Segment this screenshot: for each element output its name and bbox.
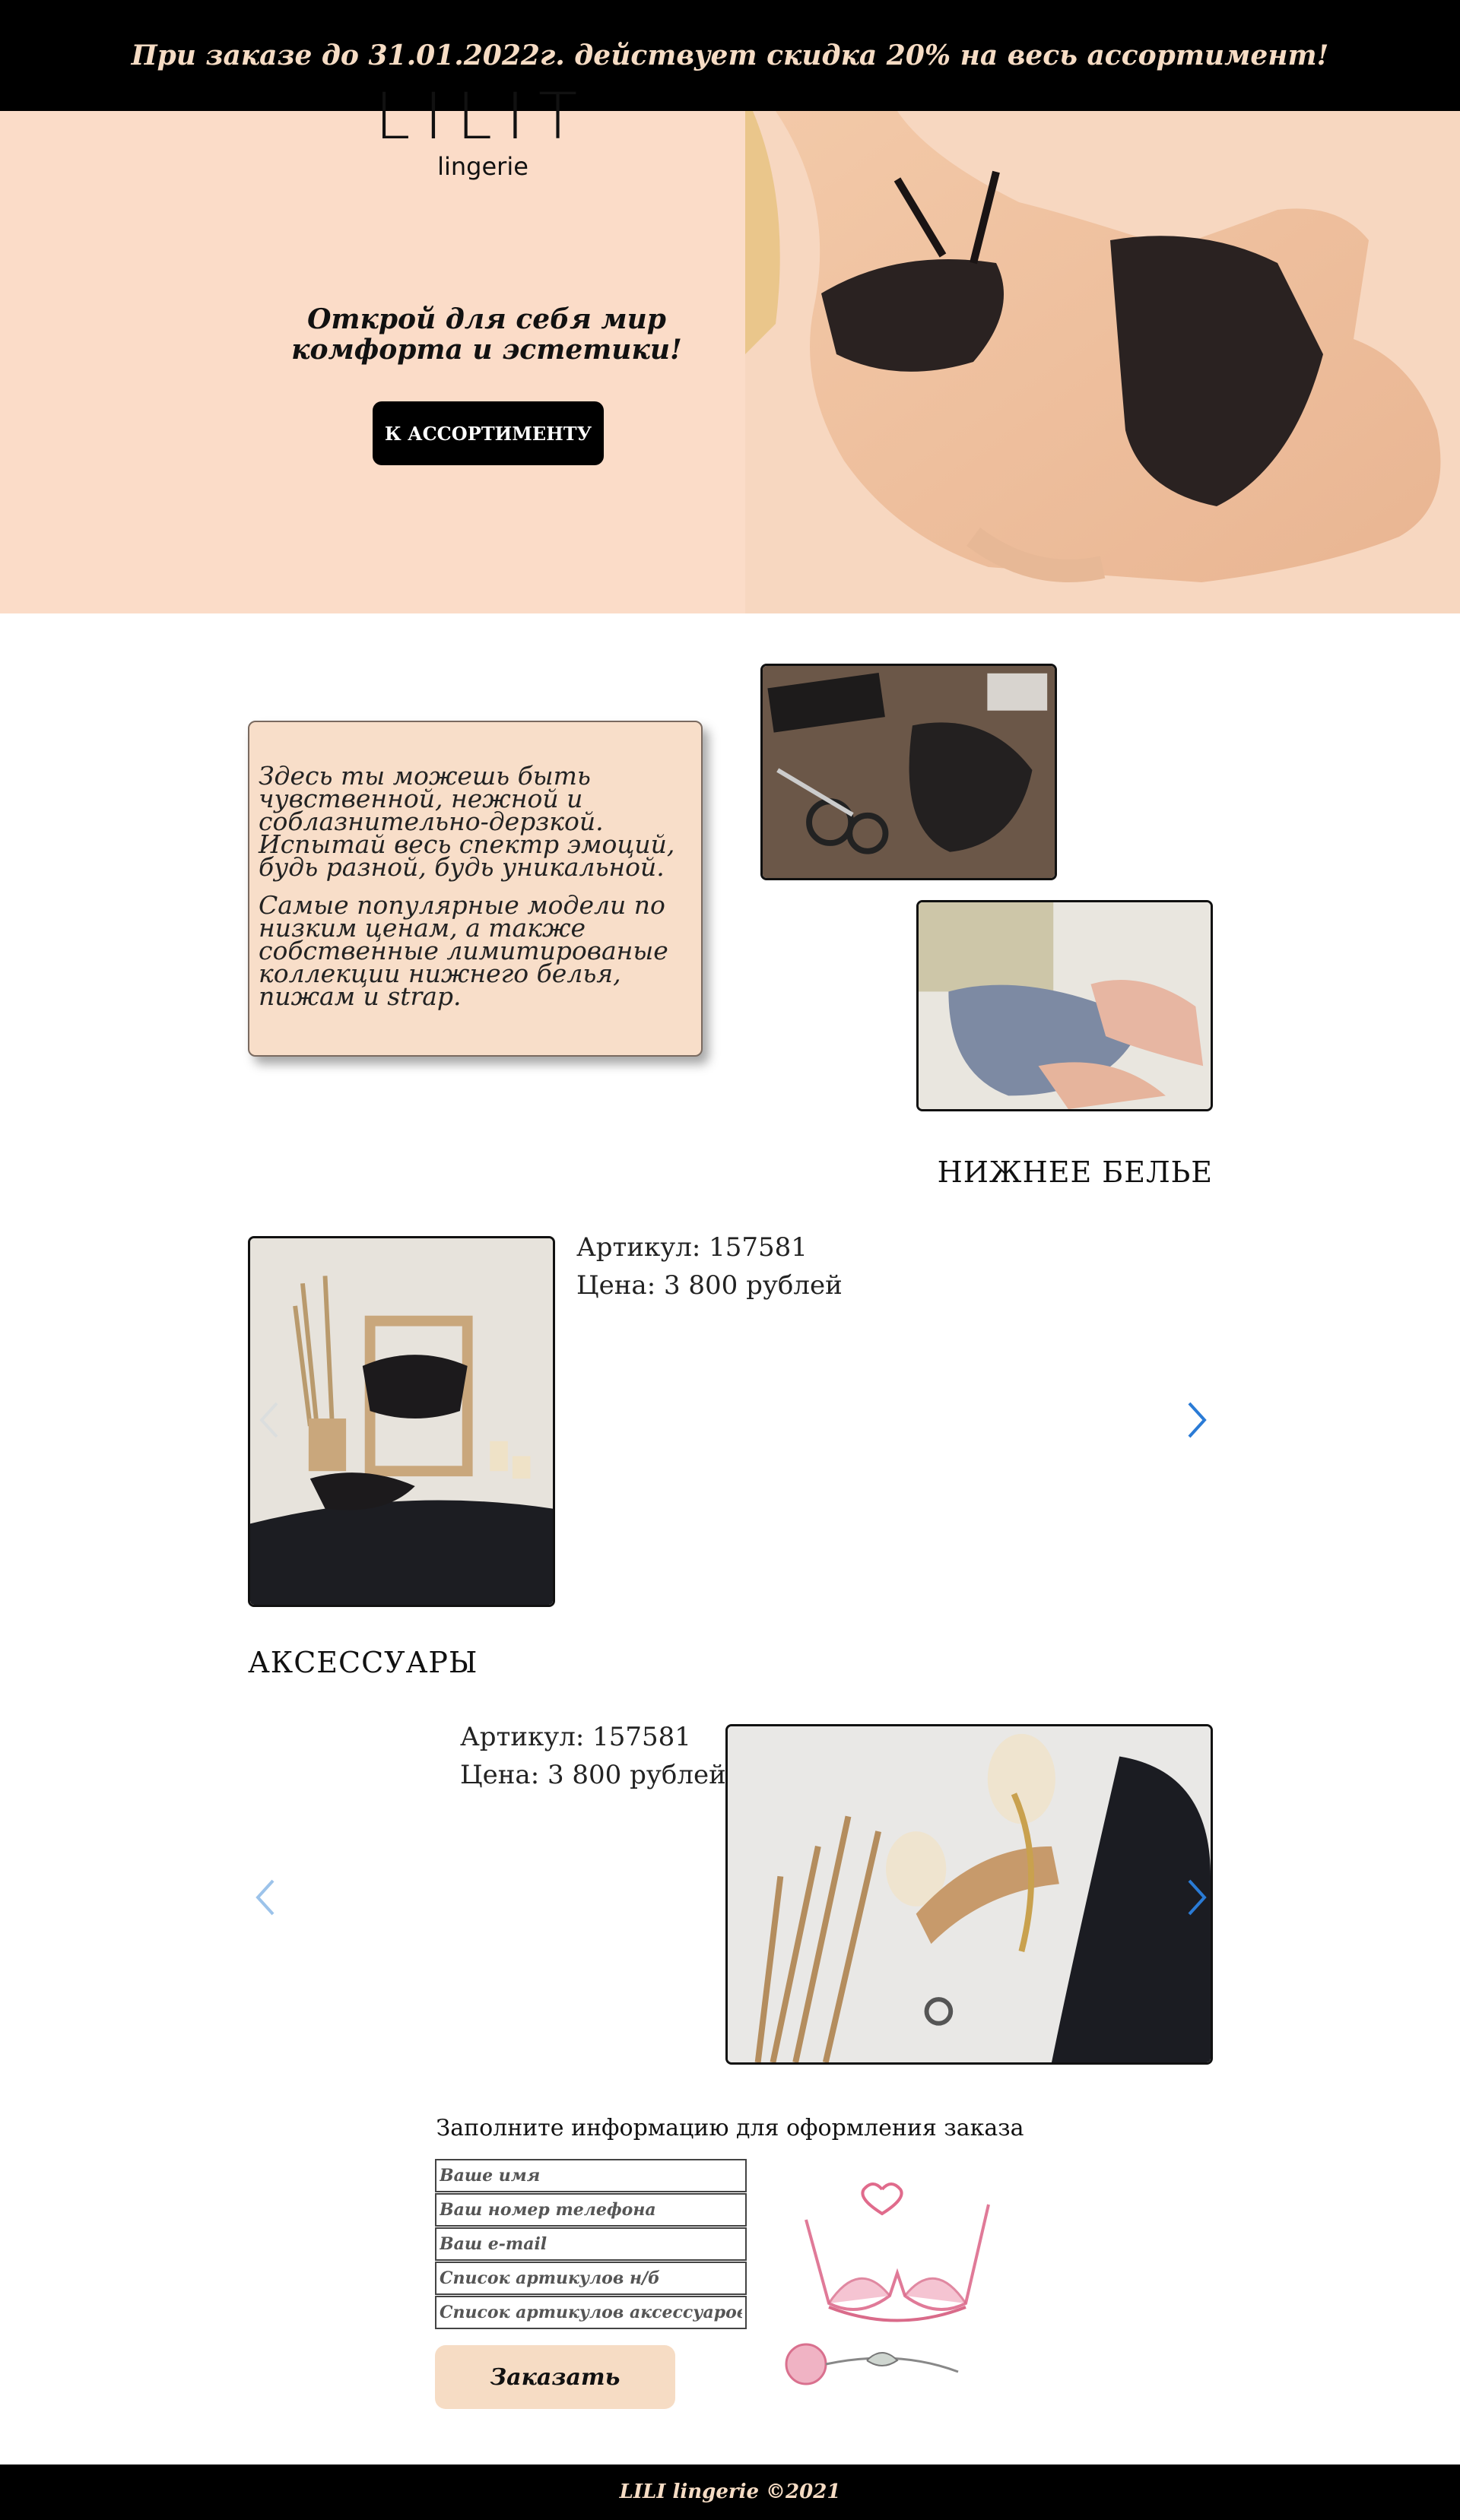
accessories-section-title: АКСЕССУАРЫ — [248, 1646, 478, 1679]
accessories-article: Артикул: 157581 — [460, 1722, 691, 1752]
lingerie-section-title: НИЖНЕЕ БЕЛЬЕ — [937, 1155, 1213, 1189]
chevron-right-icon[interactable] — [1177, 1875, 1215, 1920]
workshop-tools-photo — [760, 664, 1057, 880]
chevron-left-icon[interactable] — [247, 1875, 285, 1920]
chevron-right-icon[interactable] — [1177, 1397, 1215, 1443]
name-field[interactable] — [435, 2159, 747, 2192]
lingerie-price: Цена: 3 800 рублей — [576, 1270, 843, 1301]
hero-model-photo — [745, 111, 1460, 613]
accessories-articles-field[interactable] — [435, 2296, 747, 2329]
hero-tagline: Открой для себя мир комфорта и эстетики! — [291, 303, 682, 366]
accessories-product-info: Артикул: 157581 Цена: 3 800 рублей — [460, 1718, 734, 1794]
intro-paragraph-1: Здесь ты можешь быть чувственной, нежной… — [259, 761, 675, 882]
order-button[interactable]: Заказать — [435, 2345, 675, 2409]
chevron-left-icon[interactable] — [251, 1397, 289, 1443]
bra-sketch-illustration — [785, 2182, 990, 2385]
lingerie-product-info: Артикул: 157581 Цена: 3 800 рублей — [576, 1228, 1033, 1304]
order-form-title: Заполните информацию для оформления зака… — [436, 2115, 1024, 2141]
phone-field[interactable] — [435, 2193, 747, 2227]
lingerie-articles-field[interactable] — [435, 2262, 747, 2295]
to-catalog-button[interactable]: К АССОРТИМЕНТУ — [373, 401, 604, 465]
sewing-photo — [916, 900, 1213, 1111]
intro-paragraph-2: Самые популярные модели по низким ценам,… — [259, 890, 668, 1011]
accessories-product-photo[interactable] — [725, 1724, 1213, 2065]
lingerie-article: Артикул: 157581 — [576, 1232, 808, 1263]
promo-text: При заказе до 31.01.2022г. действует ски… — [131, 40, 1329, 71]
brand-logo: LILIT — [374, 79, 592, 154]
accessories-price: Цена: 3 800 рублей — [460, 1760, 726, 1790]
brand-subtitle: lingerie — [437, 152, 528, 181]
email-field[interactable] — [435, 2227, 747, 2261]
hero-banner — [0, 111, 1460, 613]
lingerie-product-photo[interactable] — [248, 1236, 555, 1607]
footer-copyright: LILI lingerie ©2021 — [619, 2480, 841, 2503]
